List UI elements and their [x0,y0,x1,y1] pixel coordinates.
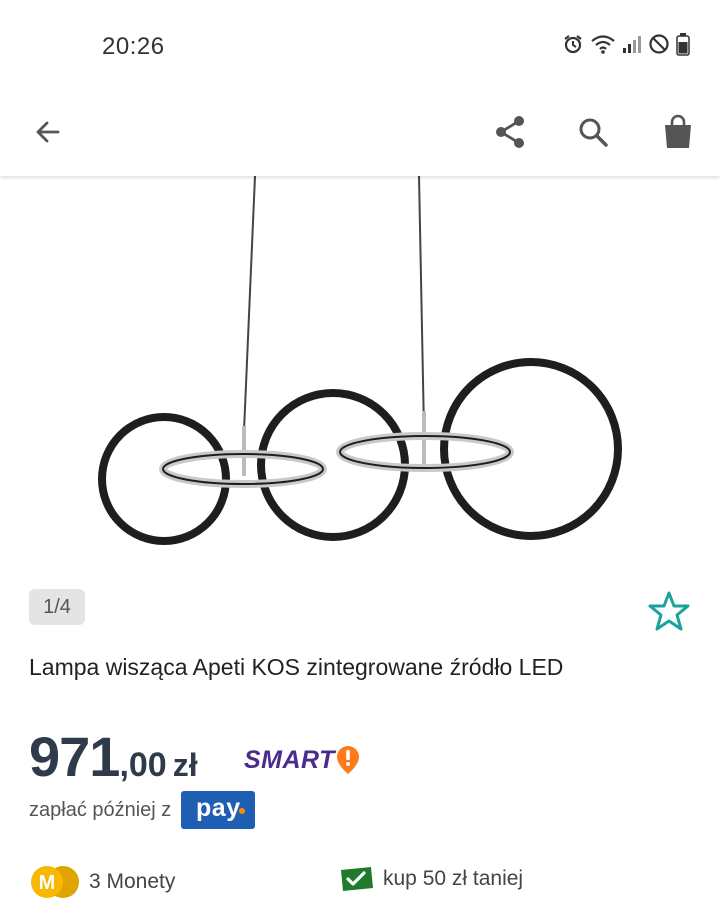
discount-text: kup 50 zł taniej [383,867,524,890]
search-button[interactable] [567,106,619,158]
battery-icon [676,33,690,56]
smart-badge[interactable]: SMART [244,744,361,776]
image-counter: 1/4 [29,589,85,625]
search-icon [579,118,608,147]
pay-badge: pay [181,791,256,829]
status-bar: 20:26 [0,0,720,88]
signal-icon [623,36,641,53]
status-time: 20:26 [102,33,165,60]
coin-letter: M [39,872,56,894]
app-bar [0,88,720,176]
star-icon [648,591,690,631]
do-not-disturb-icon [649,34,669,54]
alarm-icon [564,35,582,54]
arrow-left-icon [36,121,60,143]
product-image[interactable] [0,176,720,576]
smart-label: SMART [244,745,335,774]
discount-info[interactable]: kup 50 zł taniej [337,866,523,892]
pay-label: pay [196,793,241,822]
status-icons [562,32,690,56]
price-currency: zł [172,747,198,783]
coins-info[interactable]: M 3 Monety [29,864,175,900]
share-button[interactable] [484,106,536,158]
back-button[interactable] [22,106,74,158]
price-fraction: ,00 [119,746,167,784]
pay-dot [239,808,246,814]
shopping-bag-icon [665,114,691,148]
product-title: Lampa wisząca Apeti KOS zintegrowane źró… [29,654,564,680]
wifi-icon [591,35,615,54]
price-integer: 971 [29,725,120,788]
smart-exclamation-icon [336,746,359,774]
pay-later-row[interactable]: zapłać później z pay [29,791,256,829]
discount-ticket-icon [341,867,373,891]
pay-later-text: zapłać później z [29,798,172,821]
lamp-illustration [98,176,622,545]
share-icon [496,116,524,148]
product-price: 971 ,00 zł [29,724,198,789]
coins-text: 3 Monety [89,870,176,893]
favorite-button[interactable] [644,586,694,636]
cart-button[interactable] [652,106,704,158]
coin-icon: M [31,866,79,898]
